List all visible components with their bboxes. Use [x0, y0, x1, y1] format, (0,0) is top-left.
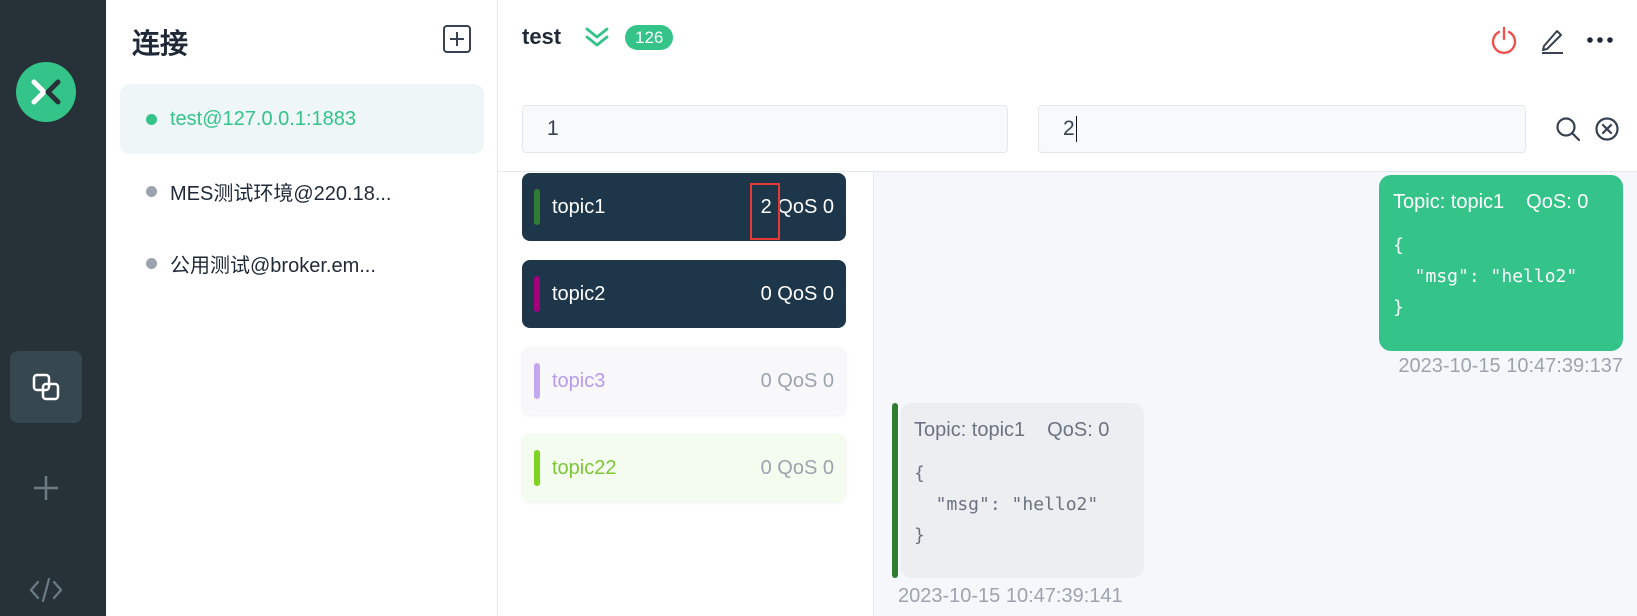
topic-filter-input[interactable]: 1	[522, 105, 1008, 153]
plus-square-icon	[450, 32, 464, 46]
mqttx-logo[interactable]	[16, 62, 76, 122]
message-topic: Topic: topic1	[1393, 191, 1505, 213]
topic-qos: QoS 0	[777, 369, 834, 392]
connections-nav-button[interactable]	[10, 351, 82, 423]
plus-icon	[34, 476, 58, 500]
topic-count: 0	[760, 456, 772, 479]
clear-filter-button[interactable]	[1591, 113, 1623, 145]
disconnect-button[interactable]	[1488, 24, 1520, 56]
connection-label: 公用测试@broker.em...	[170, 254, 376, 277]
messages-area: Topic: topic1 QoS: 0 { "msg": "hello2" } …	[873, 172, 1637, 616]
subscription-item-topic1[interactable]: topic1 2 QoS 0	[522, 173, 846, 241]
main-area: test 126 1 2 topic1 2 QoS 0 topic2 0 QoS…	[498, 0, 1637, 616]
payload-filter-input[interactable]: 2	[1038, 105, 1526, 153]
message-bubble-incoming[interactable]: Topic: topic1 QoS: 0 { "msg": "hello2" }	[900, 403, 1144, 578]
close-circle-icon	[1595, 117, 1619, 141]
message-qos: QoS: 0	[1526, 191, 1589, 213]
app-rail	[0, 0, 106, 616]
message-timestamp: 2023-10-15 10:47:39:141	[898, 585, 1123, 607]
connections-title: 连接	[132, 28, 189, 59]
subscription-item-topic3[interactable]: topic3 0 QoS 0	[522, 347, 846, 415]
topic-color-bar	[534, 450, 540, 486]
topic-color-bar	[534, 189, 540, 225]
new-connection-nav-button[interactable]	[10, 452, 82, 524]
message-header: Topic: topic1 QoS: 0	[914, 419, 1130, 442]
topic-name: topic3	[552, 369, 606, 392]
status-dot	[146, 257, 157, 269]
message-payload: { "msg": "hello2" }	[914, 463, 1099, 546]
connection-item-mes[interactable]: MES测试环境@220.18...	[120, 156, 484, 226]
connection-item-public[interactable]: 公用测试@broker.em...	[120, 228, 484, 298]
code-icon	[29, 577, 63, 603]
message-header: Topic: topic1 QoS: 0	[1393, 191, 1609, 214]
topic-meta: 0 QoS 0	[761, 457, 834, 480]
topic-count: 0	[760, 282, 772, 305]
subscriptions-list: topic1 2 QoS 0 topic2 0 QoS 0 topic3 0 Q…	[498, 172, 873, 616]
status-dot	[146, 113, 157, 125]
message-payload: { "msg": "hello2" }	[1393, 235, 1578, 318]
add-connection-button[interactable]	[443, 25, 471, 53]
topic-color-bar	[534, 276, 540, 312]
payload-filter-value: 2	[1063, 117, 1075, 140]
topic-meta: 0 QoS 0	[761, 283, 834, 306]
more-icon	[1587, 37, 1613, 43]
text-caret	[1075, 116, 1077, 143]
message-qos: QoS: 0	[1047, 419, 1110, 441]
search-icon	[1556, 117, 1581, 142]
topic-count: 0	[760, 369, 772, 392]
topic-name: topic2	[552, 282, 606, 305]
connection-item-test[interactable]: test@127.0.0.1:1883	[120, 84, 484, 154]
collapse-toggle[interactable]	[584, 26, 610, 53]
search-button[interactable]	[1552, 113, 1584, 145]
topic-meta: 0 QoS 0	[761, 370, 834, 393]
connection-label: test@127.0.0.1:1883	[170, 107, 356, 130]
power-icon	[1491, 26, 1517, 54]
annotation-highlight-box	[750, 183, 780, 240]
message-count-badge: 126	[625, 25, 674, 50]
logo-x-icon	[31, 79, 61, 105]
edit-button[interactable]	[1536, 24, 1568, 56]
topic-name: topic1	[552, 195, 606, 218]
message-timestamp: 2023-10-15 10:47:39:137	[1398, 355, 1623, 377]
message-topic: Topic: topic1	[914, 419, 1026, 441]
subscription-item-topic2[interactable]: topic2 0 QoS 0	[522, 260, 846, 328]
status-dot	[146, 185, 157, 197]
script-nav-button[interactable]	[10, 554, 82, 616]
edit-icon	[1542, 30, 1563, 54]
more-button[interactable]	[1584, 24, 1616, 56]
topic-name: topic22	[552, 456, 617, 479]
topic-qos: QoS 0	[777, 282, 834, 305]
connection-name: test	[522, 24, 562, 49]
incoming-color-bar	[892, 403, 898, 578]
topic-color-bar	[534, 363, 540, 399]
topic-filter-value: 1	[547, 117, 559, 140]
subscription-item-topic22[interactable]: topic22 0 QoS 0	[522, 434, 846, 502]
message-bubble-outgoing[interactable]: Topic: topic1 QoS: 0 { "msg": "hello2" }	[1379, 175, 1623, 351]
connections-icon	[32, 373, 60, 401]
connections-panel: 连接 test@127.0.0.1:1883 MES测试环境@220.18...…	[106, 0, 498, 616]
topic-qos: QoS 0	[777, 195, 834, 218]
double-chevron-down-icon	[585, 27, 609, 47]
topic-qos: QoS 0	[777, 456, 834, 479]
connection-label: MES测试环境@220.18...	[170, 182, 392, 205]
